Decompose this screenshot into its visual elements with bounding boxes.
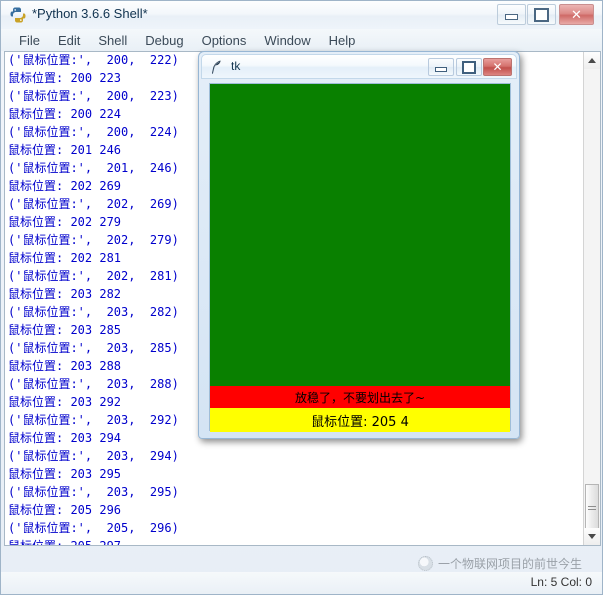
tk-close-button[interactable]: ✕ — [483, 58, 512, 76]
watermark: 一个物联网项目的前世今生 — [417, 555, 582, 572]
tk-maximize-button[interactable] — [456, 58, 482, 76]
close-icon: ✕ — [571, 7, 582, 22]
maximize-button[interactable] — [527, 4, 556, 25]
shell-output-line: ('鼠标位置:', 205, 296) — [8, 521, 179, 535]
menu-item-window[interactable]: Window — [255, 31, 319, 50]
maximize-icon — [462, 60, 476, 74]
tk-minimize-button[interactable] — [428, 58, 454, 76]
minimize-button[interactable] — [497, 4, 526, 25]
scrollbar-thumb[interactable] — [585, 484, 599, 534]
python-idle-window: *Python 3.6.6 Shell* ✕ File Edit Shell D… — [0, 0, 603, 595]
mouse-position-label-bar: 鼠标位置: 205 4 — [210, 408, 510, 432]
close-icon: ✕ — [492, 60, 503, 74]
maximize-icon — [528, 5, 555, 24]
shell-output-line: ('鼠标位置:', 203, 295) — [8, 485, 179, 499]
menubar: File Edit Shell Debug Options Window Hel… — [1, 29, 602, 51]
menu-item-help[interactable]: Help — [320, 31, 365, 50]
scroll-down-arrow[interactable] — [584, 528, 600, 545]
tk-window-title: tk — [231, 59, 241, 73]
shell-output-line: 鼠标位置: 205 297 — [8, 537, 578, 545]
tk-feather-icon — [210, 59, 225, 75]
menu-item-edit[interactable]: Edit — [49, 31, 89, 50]
minimize-icon — [498, 5, 525, 24]
mouse-position-label-text: 鼠标位置: 205 4 — [311, 414, 409, 430]
menu-item-options[interactable]: Options — [193, 31, 256, 50]
minimize-icon — [435, 66, 447, 72]
statusbar: Ln: 5 Col: 0 — [1, 572, 602, 594]
menu-item-file[interactable]: File — [10, 31, 49, 50]
tk-titlebar[interactable]: tk ✕ — [201, 54, 517, 79]
watermark-logo-icon — [417, 556, 433, 571]
python-idle-icon — [9, 6, 27, 24]
menu-item-debug[interactable]: Debug — [136, 31, 192, 50]
page-title: *Python 3.6.6 Shell* — [32, 6, 148, 21]
cursor-position-status: Ln: 5 Col: 0 — [530, 575, 592, 589]
menu-item-shell[interactable]: Shell — [89, 31, 136, 50]
shell-output-line: 鼠标位置: 205 296 — [8, 503, 122, 517]
shell-output-line: ('鼠标位置:', 203, 294) — [8, 449, 179, 463]
warning-label-bar: 放稳了，不要划出去了~ — [210, 386, 510, 408]
scroll-up-arrow[interactable] — [584, 52, 600, 69]
watermark-text: 一个物联网项目的前世今生 — [437, 557, 582, 571]
close-button[interactable]: ✕ — [559, 4, 594, 25]
green-play-area[interactable] — [210, 84, 510, 386]
shell-output-line: 鼠标位置: 203 295 — [8, 467, 122, 481]
tk-canvas-frame: 放稳了，不要划出去了~ 鼠标位置: 205 4 — [209, 83, 511, 432]
vertical-scrollbar[interactable] — [583, 52, 600, 545]
warning-label-text: 放稳了，不要划出去了~ — [294, 390, 426, 405]
tk-window[interactable]: tk ✕ 放稳了，不要划出去了~ 鼠标位置: 205 4 — [198, 51, 520, 439]
window-titlebar: *Python 3.6.6 Shell* ✕ — [1, 1, 602, 29]
